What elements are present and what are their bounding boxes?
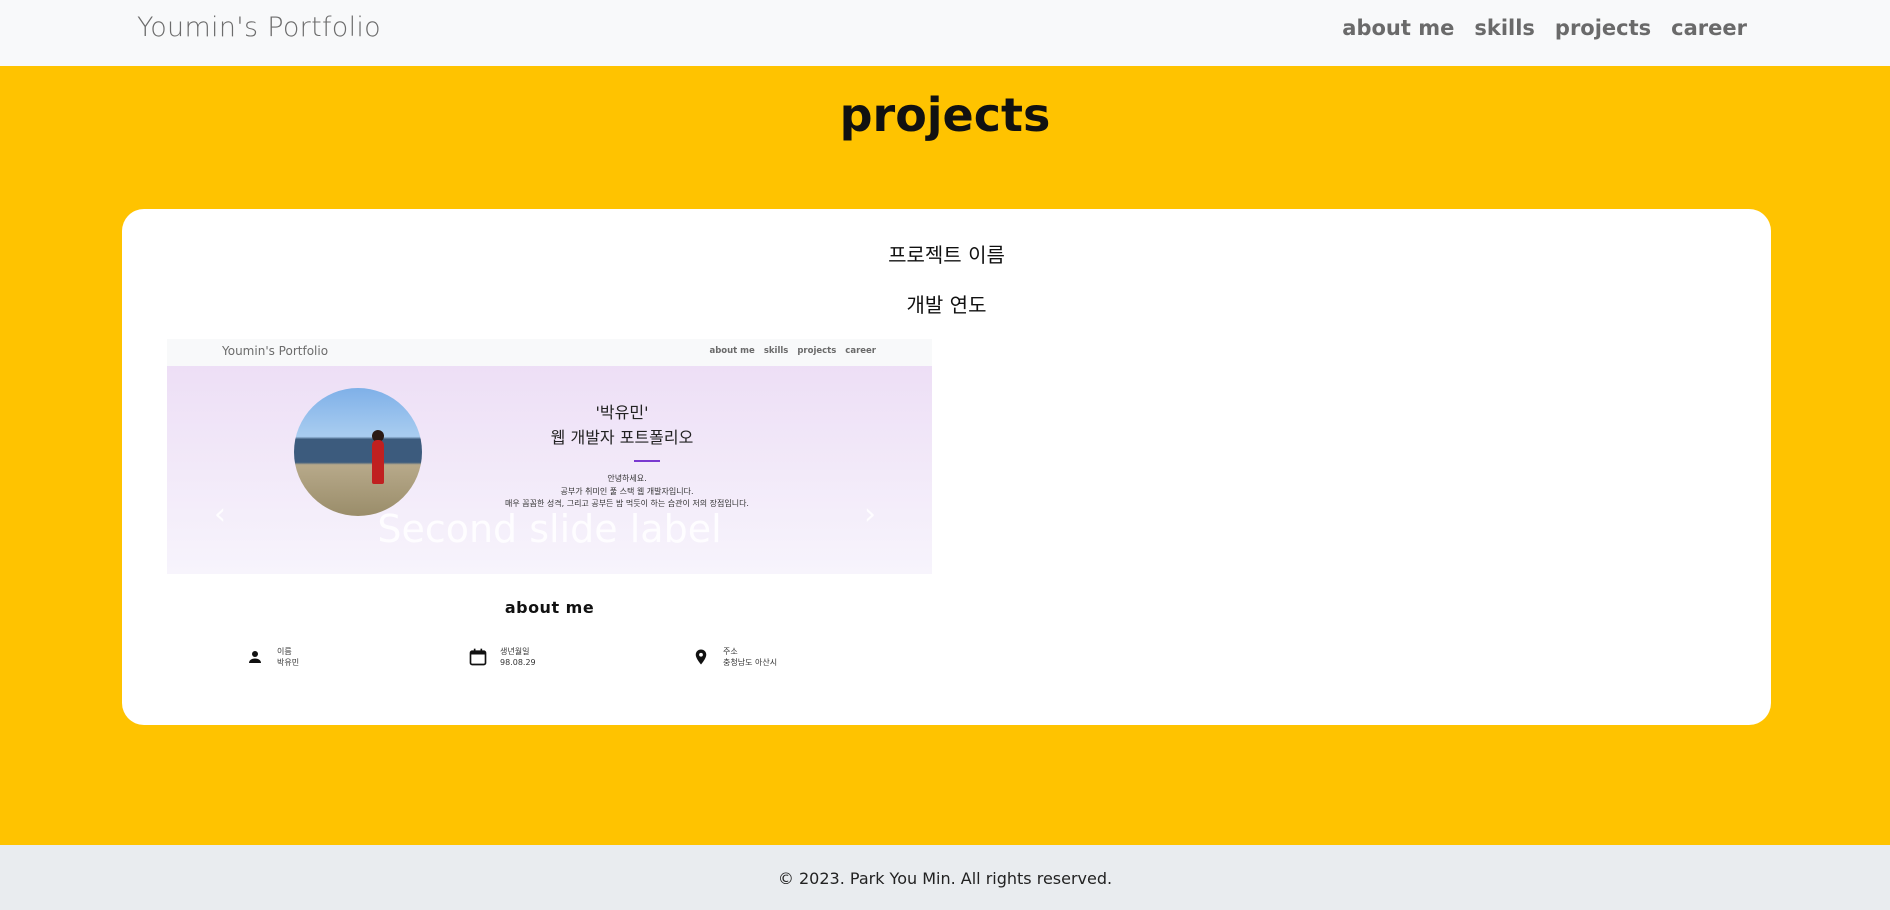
info-birthday: 생년월일 98.08.29 (468, 646, 536, 668)
project-screenshot-carousel[interactable]: Youmin's Portfolio about me skills proje… (167, 339, 932, 574)
info-name: 이름 박유민 (245, 646, 299, 668)
info-value: 98.08.29 (500, 658, 536, 667)
info-address: 주소 충청남도 아산시 (691, 646, 777, 668)
preview-link-projects: projects (797, 346, 837, 356)
preview-link-skills: skills (763, 346, 789, 356)
info-value: 박유민 (277, 658, 300, 667)
preview-nav-links: about me skills projects career (709, 346, 876, 356)
section-title: projects (839, 88, 1051, 142)
slide-caption: Second slide label (377, 507, 722, 551)
project-year: 개발 연도 (906, 293, 987, 317)
preview-divider (634, 460, 660, 462)
navbar: Youmin's Portfolio about me skills proje… (0, 0, 1890, 66)
brand-logo[interactable]: Youmin's Portfolio (137, 12, 381, 43)
preview-about-title: about me (504, 598, 595, 617)
preview-desc-line: 공부가 취미인 풀 스택 웹 개발자입니다. (560, 486, 694, 496)
person-icon (245, 647, 265, 667)
project-name: 프로젝트 이름 (888, 243, 1005, 267)
preview-desc-line: 안녕하세요. (607, 474, 647, 483)
info-label: 주소 (723, 647, 738, 656)
location-icon (691, 647, 711, 667)
nav-link-about-me[interactable]: about me (1342, 16, 1454, 40)
preview-hero-title-line2: 웹 개발자 포트폴리오 (550, 428, 694, 447)
copyright-text: © 2023. Park You Min. All rights reserve… (777, 869, 1113, 888)
footer: © 2023. Park You Min. All rights reserve… (0, 845, 1890, 910)
info-label: 이름 (277, 647, 292, 656)
info-name-text: 이름 박유민 (277, 646, 299, 668)
info-address-text: 주소 충청남도 아산시 (723, 646, 777, 668)
preview-link-about-me: about me (709, 346, 755, 356)
nav-links: about me skills projects career (1342, 16, 1747, 40)
info-label: 생년월일 (500, 647, 530, 656)
preview-hero-description: 안녕하세요. 공부가 취미인 풀 스택 웹 개발자입니다. 매우 꼼꼼한 성격,… (397, 473, 857, 511)
info-value: 충청남도 아산시 (723, 658, 778, 667)
project-card: 프로젝트 이름 개발 연도 Youmin's Portfolio about m… (122, 209, 1771, 725)
preview-link-career: career (845, 346, 876, 356)
preview-hero-title-line1: '박유민' (595, 403, 649, 422)
nav-link-career[interactable]: career (1671, 16, 1747, 40)
calendar-icon (468, 647, 488, 667)
preview-brand: Youmin's Portfolio (222, 344, 329, 358)
photo-person-body (372, 440, 384, 484)
preview-navbar: Youmin's Portfolio about me skills proje… (167, 339, 932, 366)
info-birthday-text: 생년월일 98.08.29 (500, 646, 536, 668)
preview-hero-title: '박유민' 웹 개발자 포트폴리오 (497, 400, 747, 450)
nav-link-projects[interactable]: projects (1555, 16, 1651, 40)
nav-link-skills[interactable]: skills (1474, 16, 1535, 40)
